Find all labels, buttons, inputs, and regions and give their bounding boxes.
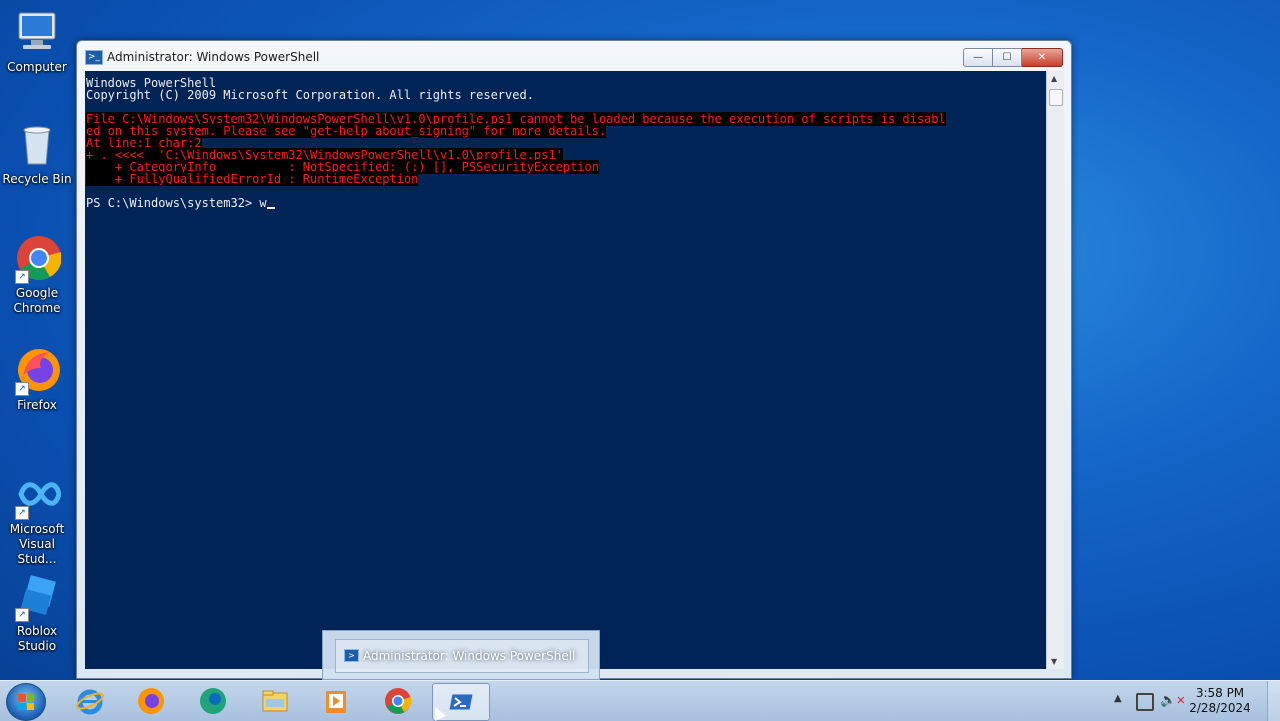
visual-studio-icon: ↗ bbox=[13, 470, 62, 520]
computer-icon bbox=[13, 8, 61, 56]
taskbar-media-player[interactable] bbox=[308, 683, 364, 719]
powershell-window[interactable]: >_ Administrator: Windows PowerShell — ☐… bbox=[76, 40, 1072, 679]
preview-label: Administrator: Windows PowerShell bbox=[363, 649, 576, 663]
network-icon[interactable] bbox=[1136, 693, 1154, 711]
console-input[interactable]: w bbox=[259, 196, 266, 210]
scroll-thumb[interactable] bbox=[1049, 89, 1063, 106]
firefox-icon bbox=[137, 687, 165, 715]
taskbar-edge[interactable] bbox=[185, 683, 241, 719]
media-player-icon bbox=[322, 687, 350, 715]
window-controls: — ☐ ✕ bbox=[963, 48, 1063, 67]
console-line: ed on this system. Please see "get-help … bbox=[85, 124, 1046, 138]
system-tray: ▲ 🔈✕ 3:58 PM 2/28/2024 bbox=[1108, 681, 1268, 721]
vertical-scrollbar[interactable]: ▲ ▼ bbox=[1046, 71, 1064, 669]
console-prompt: PS C:\Windows\system32> bbox=[86, 196, 260, 210]
text-cursor bbox=[266, 207, 275, 209]
folder-icon bbox=[261, 687, 289, 715]
taskbar-chrome[interactable] bbox=[370, 683, 426, 719]
taskbar: ▲ 🔈✕ 3:58 PM 2/28/2024 bbox=[0, 680, 1280, 721]
maximize-button[interactable]: ☐ bbox=[993, 48, 1022, 67]
clock[interactable]: 3:58 PM 2/28/2024 bbox=[1186, 686, 1254, 716]
volume-muted-icon[interactable]: 🔈✕ bbox=[1160, 693, 1185, 708]
console-output[interactable]: Windows PowerShell Copyright (C) 2009 Mic… bbox=[85, 71, 1046, 669]
console-error-text: + FullyQualifiedErrorId : RuntimeExcepti… bbox=[86, 172, 419, 186]
console-prompt-line[interactable]: PS C:\Windows\system32> w bbox=[85, 197, 1046, 209]
window-title: Administrator: Windows PowerShell bbox=[107, 50, 320, 64]
desktop-icon-visual-studio[interactable]: ↗ Microsoft Visual Stud... bbox=[0, 470, 74, 567]
console-lines: Windows PowerShell Copyright (C) 2009 Mic… bbox=[85, 71, 1046, 197]
chrome-icon: ↗ bbox=[13, 234, 62, 284]
edge-icon bbox=[199, 687, 227, 715]
internet-explorer-icon bbox=[76, 687, 104, 715]
title-bar[interactable]: >_ Administrator: Windows PowerShell — ☐… bbox=[77, 41, 1071, 71]
powershell-icon: >_ bbox=[85, 50, 103, 65]
taskbar-preview: > Administrator: Windows PowerShell bbox=[322, 630, 600, 680]
minimize-button[interactable]: — bbox=[963, 48, 993, 67]
shortcut-arrow-icon: ↗ bbox=[15, 506, 29, 520]
shortcut-arrow-icon: ↗ bbox=[15, 382, 29, 396]
desktop-icon-label: Firefox bbox=[17, 398, 57, 412]
desktop-icon-label: Computer bbox=[7, 60, 67, 74]
taskbar-file-explorer[interactable] bbox=[247, 683, 303, 719]
desktop-icon-google-chrome[interactable]: ↗ Google Chrome bbox=[0, 234, 74, 316]
taskbar-internet-explorer[interactable] bbox=[62, 683, 118, 719]
desktop-icon-label: Recycle Bin bbox=[2, 172, 72, 186]
desktop-icon-roblox-studio[interactable]: ↗ Roblox Studio bbox=[0, 572, 74, 654]
powershell-icon: > bbox=[344, 649, 359, 662]
console-line: Copyright (C) 2009 Microsoft Corporation… bbox=[85, 89, 1046, 101]
desktop-icon-label: Microsoft Visual Stud... bbox=[9, 522, 65, 566]
firefox-icon: ↗ bbox=[13, 346, 61, 396]
shortcut-arrow-icon: ↗ bbox=[15, 608, 29, 622]
show-hidden-icons-icon[interactable]: ▲ bbox=[1114, 693, 1122, 704]
recycle-bin-icon bbox=[13, 120, 61, 168]
scroll-down-icon[interactable]: ▼ bbox=[1051, 657, 1057, 666]
console-text: Copyright (C) 2009 Microsoft Corporation… bbox=[86, 88, 534, 102]
windows-logo-icon bbox=[18, 694, 34, 710]
taskbar-firefox[interactable] bbox=[123, 683, 179, 719]
close-button[interactable]: ✕ bbox=[1022, 48, 1063, 67]
desktop-icon-label: Google Chrome bbox=[13, 286, 61, 315]
roblox-studio-icon: ↗ bbox=[13, 572, 61, 622]
scroll-up-icon[interactable]: ▲ bbox=[1051, 74, 1057, 83]
shortcut-arrow-icon: ↗ bbox=[15, 270, 29, 284]
desktop-icon-firefox[interactable]: ↗ Firefox bbox=[0, 346, 74, 413]
powershell-icon bbox=[447, 688, 475, 716]
desktop-icon-recycle-bin[interactable]: Recycle Bin bbox=[0, 120, 74, 187]
desktop-icon-computer[interactable]: Computer bbox=[0, 8, 74, 75]
clock-time: 3:58 PM bbox=[1195, 686, 1245, 700]
chrome-icon bbox=[384, 687, 412, 715]
preview-item-powershell[interactable]: > Administrator: Windows PowerShell bbox=[335, 639, 589, 673]
clock-date: 2/28/2024 bbox=[1189, 701, 1251, 715]
console-line: + FullyQualifiedErrorId : RuntimeExcepti… bbox=[85, 172, 1046, 186]
start-button[interactable] bbox=[6, 683, 46, 721]
desktop-icon-label: Roblox Studio bbox=[16, 624, 58, 653]
show-desktop-button[interactable] bbox=[1267, 681, 1280, 721]
